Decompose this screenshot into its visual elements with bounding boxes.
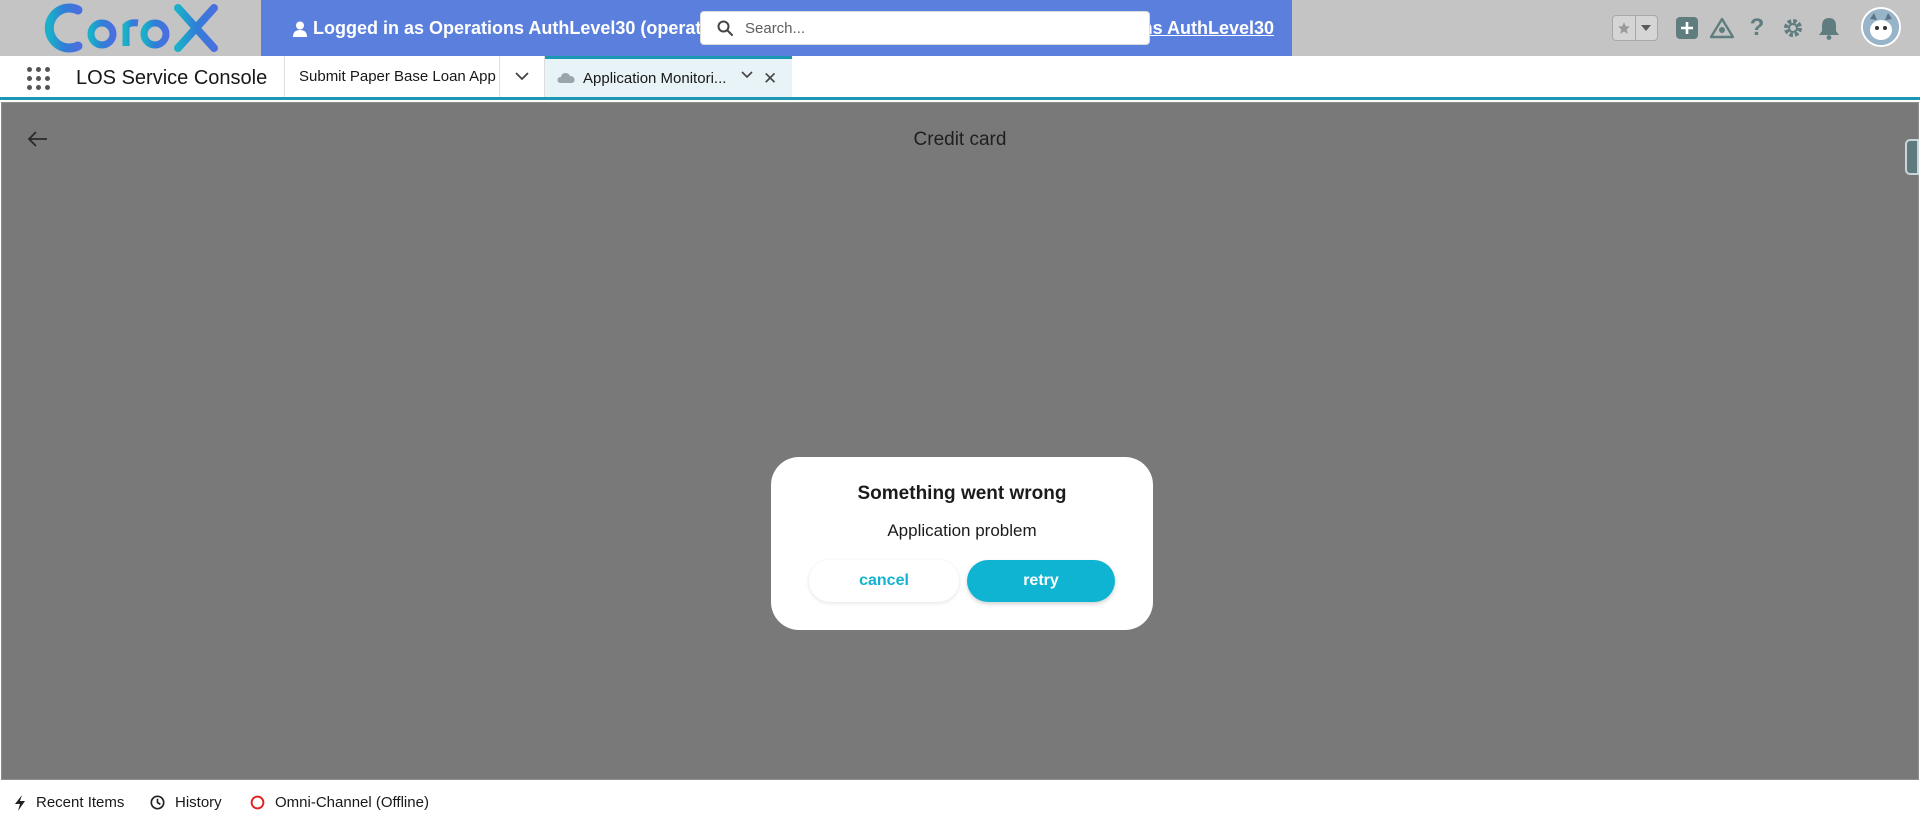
history-utility[interactable]: History [150, 794, 222, 811]
tab-label: Submit Paper Base Loan App [299, 68, 496, 85]
omni-channel-utility[interactable]: Omni-Channel (Offline) [250, 794, 429, 811]
favorites-dropdown-icon[interactable] [1634, 16, 1658, 40]
favorites-group [1612, 15, 1658, 41]
global-search[interactable] [700, 11, 1150, 45]
page-title: Credit card [913, 129, 1007, 150]
recent-items-utility[interactable]: Recent Items [14, 794, 124, 811]
utility-label: Omni-Channel (Offline) [275, 794, 429, 811]
cardx-logo[interactable] [42, 2, 220, 54]
notifications-bell-icon[interactable] [1815, 14, 1843, 42]
tab-application-monitoring[interactable]: Application Monitori... ✕ [545, 56, 792, 97]
tab-actions-chevron-icon[interactable] [741, 71, 753, 79]
global-header: Logged in as Operations AuthLevel30 (ope… [0, 0, 1920, 56]
logout-link[interactable]: ons AuthLevel30 [1131, 18, 1274, 39]
nav-items-dropdown[interactable] [499, 56, 545, 97]
retry-button[interactable]: retry [967, 560, 1115, 602]
cloud-icon [557, 73, 575, 83]
console-navigation: LOS Service Console Submit Paper Base Lo… [0, 56, 1920, 100]
help-icon[interactable]: ? [1743, 14, 1771, 42]
lightning-icon [15, 794, 25, 811]
favorite-star-icon[interactable] [1613, 16, 1635, 40]
tab-label: Application Monitori... [583, 69, 727, 87]
app-launcher-icon[interactable] [27, 67, 51, 91]
workspace-overlay: Credit card Something went wrong Applica… [1, 102, 1919, 780]
avatar[interactable] [1861, 7, 1901, 47]
utility-bar: Recent Items History Omni-Channel (Offli… [0, 780, 1920, 825]
dialog-message: Application problem [887, 521, 1037, 540]
side-panel-handle[interactable] [1905, 139, 1919, 175]
close-tab-icon[interactable]: ✕ [763, 69, 777, 89]
chevron-down-icon [515, 72, 529, 81]
offline-status-icon [250, 795, 265, 810]
utility-label: History [175, 794, 222, 811]
global-actions-icon[interactable] [1673, 14, 1701, 42]
user-icon [293, 21, 307, 37]
utility-label: Recent Items [36, 794, 125, 811]
search-input[interactable] [743, 18, 1127, 38]
tab-submit-paper-base-loan-app[interactable]: Submit Paper Base Loan App [284, 56, 499, 97]
login-as-text: Logged in as Operations AuthLevel30 (ope… [313, 18, 739, 38]
app-name: LOS Service Console [76, 67, 268, 89]
cancel-button[interactable]: cancel [809, 560, 959, 602]
search-icon [717, 20, 733, 36]
setup-gear-icon[interactable] [1779, 14, 1807, 42]
error-dialog: Something went wrong Application problem… [771, 457, 1153, 630]
clock-icon [150, 795, 165, 810]
dialog-title: Something went wrong [857, 483, 1067, 504]
trailhead-icon[interactable] [1708, 14, 1736, 42]
